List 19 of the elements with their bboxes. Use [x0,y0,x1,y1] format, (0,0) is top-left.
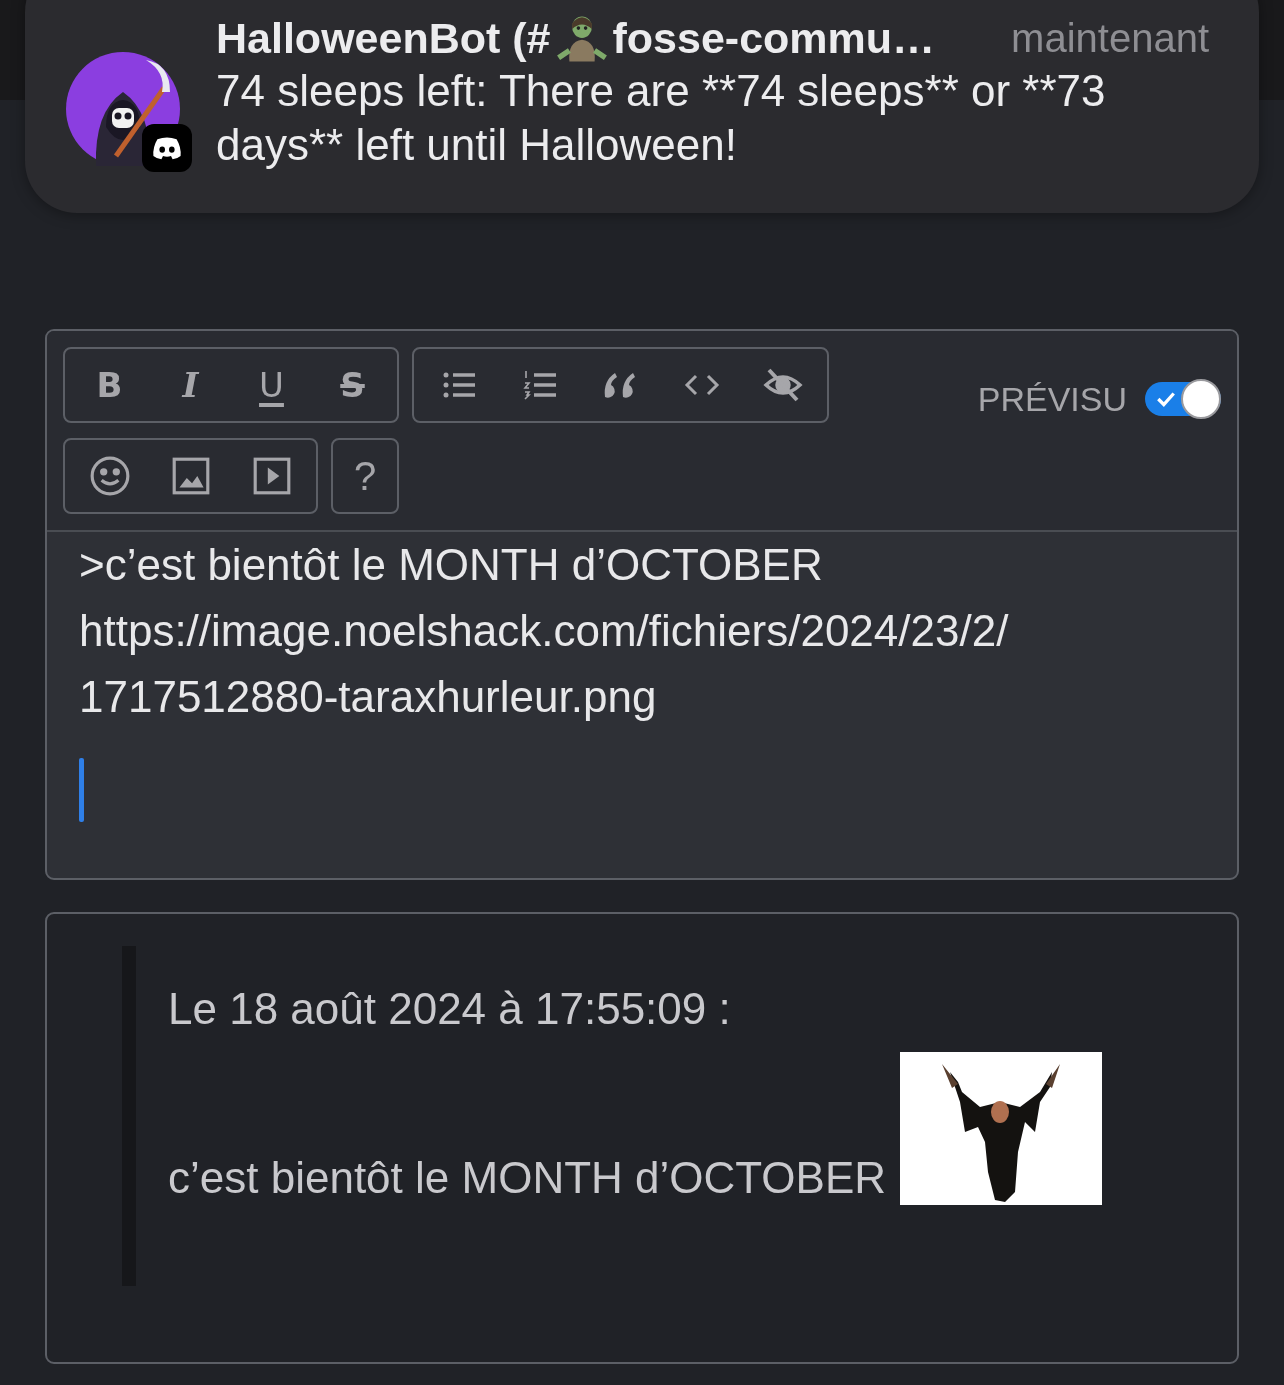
notification-message: 74 sleeps left: There are **74 sleeps** or **73 days** left until Halloween! [216,65,1107,171]
notification-title: HalloweenBot (# [216,13,551,63]
notification-card[interactable]: HalloweenBot (# fosse-commu… maintenant 74 sleeps left: There are **74 sleeps** or **73 days** left until Halloween! [25,0,1259,213]
message-editor[interactable]: >c’est bientôt le MONTH d’OCTOBER https://image.noelshack.com/fichiers/2024/23/2/1717512880-taraxhurleur.png [47,532,1237,878]
preview-toggle[interactable] [1145,382,1221,416]
quote-text: c’est bientôt le MONTH d’OCTOBER [168,1153,887,1204]
quote-header: Le 18 août 2024 à 17:55:09 : [168,984,732,1034]
editor-text-line: https://image.noelshack.com/fichiers/2024/23/2/1717512880-taraxhurleur.png [79,605,1010,723]
bold-button[interactable]: B [69,349,150,421]
discord-badge-icon [142,124,192,172]
preview-label: PRÉVISU [977,379,1127,419]
emoji-icon [88,455,131,497]
italic-button[interactable]: I [150,349,231,421]
strike-button[interactable]: S [312,349,393,421]
underline-button[interactable]: U [231,349,312,421]
help-button[interactable]: ? [337,440,393,512]
notification-time: maintenant [1011,15,1209,61]
editor-text-line: >c’est bientôt le MONTH d’OCTOBER [79,539,824,591]
notification-title: fosse-commu… [612,13,936,63]
